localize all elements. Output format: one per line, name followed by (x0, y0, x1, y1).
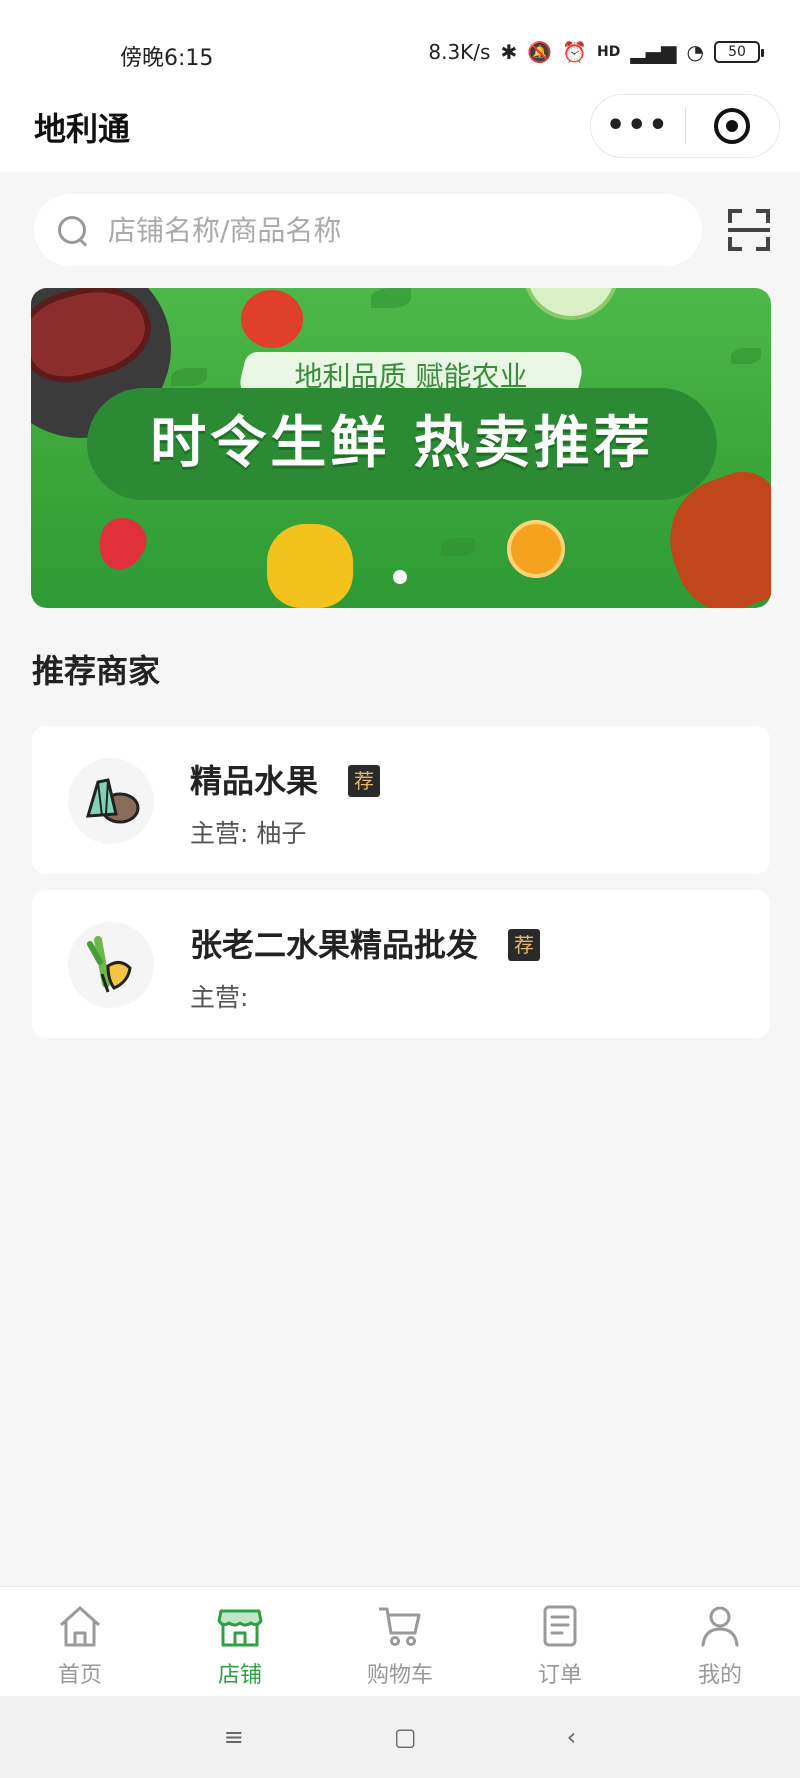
tab-label: 购物车 (366, 1663, 433, 1688)
wifi-icon: ◔ (686, 40, 704, 64)
scan-corner (756, 209, 770, 223)
tab-orders[interactable]: 订单 (480, 1587, 640, 1696)
scan-icon[interactable] (728, 209, 771, 251)
merchant-main-business: 主营: (190, 983, 249, 1012)
system-nav-bar: ≡ ▢ ‹ (0, 1696, 800, 1778)
tab-profile[interactable]: 我的 (640, 1587, 800, 1696)
scan-corner (728, 209, 743, 223)
close-program-button[interactable] (686, 108, 780, 144)
leek-ginger-icon (68, 922, 154, 1008)
search-row (34, 194, 771, 266)
tab-label: 订单 (537, 1663, 582, 1688)
search-icon (56, 214, 88, 246)
scan-corner (728, 237, 743, 251)
merchant-name-text: 精品水果 (190, 762, 319, 800)
target-icon (714, 108, 751, 144)
lime-image (523, 288, 619, 320)
tab-label: 我的 (697, 1663, 742, 1688)
merchant-name: 张老二水果精品批发荐 (190, 920, 541, 966)
status-time: 傍晚6:15 (120, 46, 214, 71)
profile-icon (701, 1606, 739, 1647)
cart-icon (379, 1607, 421, 1646)
status-icons: 8.3K/s ✱ 🔕 ⏰ HD ▂▄▆ ◔ 50 (428, 40, 764, 64)
tab-cart[interactable]: 购物车 (320, 1587, 480, 1696)
order-icon (543, 1605, 577, 1647)
battery-icon: 50 (714, 41, 764, 63)
recommend-badge: 荐 (348, 765, 381, 797)
tab-store[interactable]: 店铺 (160, 1587, 320, 1696)
banner-title: 时令生鲜 热卖推荐 (150, 411, 654, 476)
promo-banner[interactable]: 地利品质 赋能农业 时令生鲜 热卖推荐 (31, 288, 771, 608)
back-icon[interactable]: ‹ (567, 1723, 577, 1751)
section-title: 推荐商家 (32, 652, 161, 690)
signal-bars-icon: ▂▄▆ (630, 40, 677, 64)
tab-label: 店铺 (217, 1663, 262, 1688)
bamboo-shoot-potato-icon (68, 758, 154, 844)
scan-corner (756, 237, 770, 251)
menu-icon[interactable]: ≡ (224, 1723, 244, 1751)
network-speed: 8.3K/s (428, 40, 491, 64)
scan-line (728, 228, 771, 232)
leaf-decoration (731, 348, 761, 364)
search-input[interactable] (108, 213, 628, 247)
more-menu-button[interactable]: ••• (591, 111, 685, 141)
merchant-main-business: 主营: 柚子 (190, 819, 307, 848)
nav-bar: 地利通 ••• (0, 80, 800, 172)
search-box[interactable] (34, 194, 703, 266)
merchant-name-text: 张老二水果精品批发 (190, 926, 479, 964)
leaf-decoration (171, 368, 207, 386)
home-button-icon[interactable]: ▢ (394, 1723, 417, 1751)
tab-label: 首页 (57, 1663, 102, 1688)
strawberry-image (91, 511, 153, 577)
page-title: 地利通 (34, 110, 131, 148)
alarm-icon: ⏰ (562, 40, 588, 64)
merchant-name: 精品水果荐 (190, 756, 381, 802)
tomato-image (241, 290, 303, 348)
bottom-tabbar: 首页 店铺 购物车 订单 我的 (0, 1586, 800, 1696)
bluetooth-icon: ✱ (500, 40, 518, 64)
recommend-badge: 荐 (508, 929, 541, 961)
carousel-indicator[interactable] (393, 570, 407, 584)
signal-icon: HD (597, 44, 621, 60)
home-icon (59, 1606, 101, 1647)
store-icon (217, 1609, 263, 1647)
status-bar: 傍晚6:15 8.3K/s ✱ 🔕 ⏰ HD ▂▄▆ ◔ 50 (0, 0, 800, 80)
bell-pepper-image (267, 524, 353, 608)
tab-home[interactable]: 首页 (0, 1587, 160, 1696)
merchant-card[interactable]: 张老二水果精品批发荐 主营: (32, 890, 770, 1038)
leaf-decoration (371, 288, 411, 308)
mini-program-capsule: ••• (590, 94, 780, 158)
orange-image (507, 520, 565, 578)
mute-icon: 🔕 (527, 40, 553, 64)
merchant-card[interactable]: 精品水果荐 主营: 柚子 (32, 726, 770, 874)
leaf-decoration (441, 538, 475, 556)
